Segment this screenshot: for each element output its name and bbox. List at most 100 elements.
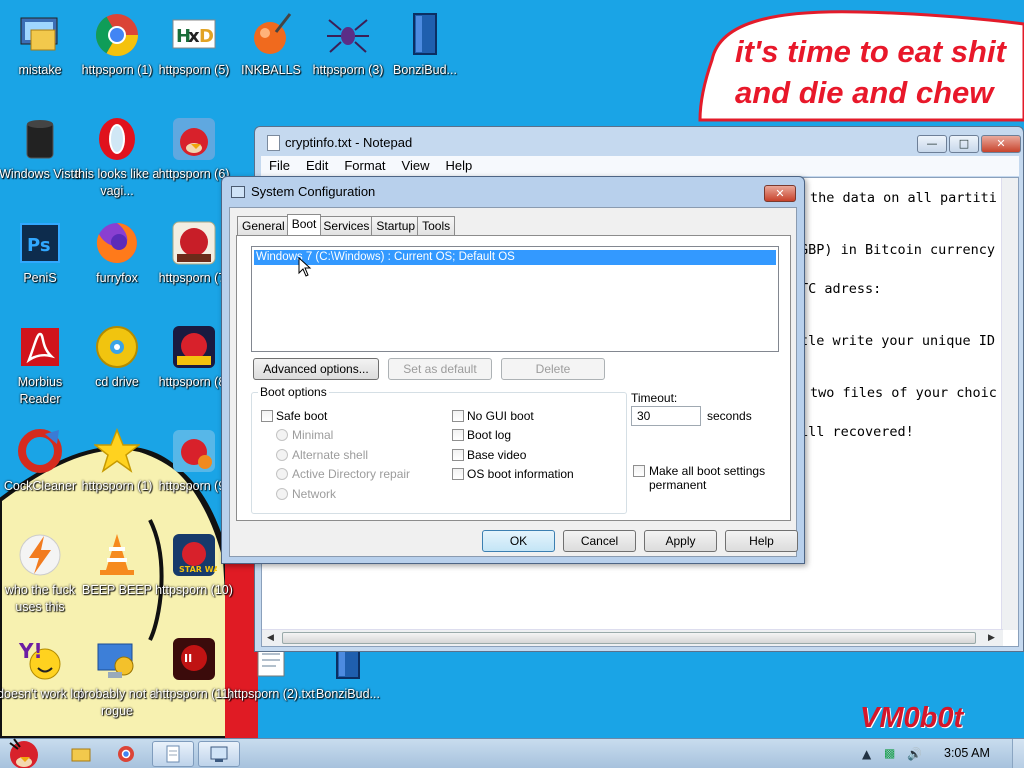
menu-edit[interactable]: Edit — [298, 156, 336, 176]
tab-tools[interactable]: Tools — [417, 216, 456, 235]
desktop-icon-bonzibuddy[interactable]: BonziBud... — [385, 8, 465, 108]
taskbar-chrome-button[interactable] — [110, 741, 142, 767]
notepad-scroll-thumb[interactable] — [282, 632, 976, 644]
boot-options-group: Boot options Safe boot Minimal Alternate… — [251, 385, 627, 514]
tab-boot[interactable]: Boot — [286, 214, 322, 235]
chrome-icon — [118, 746, 134, 762]
system-configuration-dialog[interactable]: System Configuration ✕ General Boot Servic… — [221, 176, 805, 564]
desktop-icon-spider[interactable]: httpsporn (3) — [308, 8, 388, 108]
taskbar-explorer-button[interactable] — [64, 741, 96, 767]
menu-help[interactable]: Help — [437, 156, 480, 176]
advanced-options-button[interactable]: Advanced options... — [253, 358, 379, 380]
tray-volume-icon[interactable]: 🔊 — [907, 747, 922, 761]
firefox-icon — [96, 223, 137, 263]
desktop-icon-cd-drive[interactable]: cd drive — [77, 320, 157, 420]
make-permanent-checkbox[interactable]: Make all boot settings permanent — [633, 464, 783, 492]
safe-boot-checkbox[interactable]: Safe boot — [261, 409, 327, 423]
desktop-icon-ccleaner[interactable]: CockCleaner — [0, 424, 80, 524]
base-video-checkbox[interactable]: Base video — [452, 448, 526, 462]
scroll-left-arrow-icon[interactable]: ◀ — [267, 633, 274, 643]
desktop-icon-mistake[interactable]: mistake — [0, 8, 80, 108]
desktop-icon-photoshop[interactable]: Ps PeniS — [0, 216, 80, 316]
radio-network[interactable]: Network — [276, 487, 336, 501]
tray-overflow-icon[interactable]: ▲ — [862, 747, 871, 761]
acrobat-reader-icon — [21, 328, 59, 366]
menu-format[interactable]: Format — [336, 156, 393, 176]
no-gui-boot-checkbox[interactable]: No GUI boot — [452, 409, 534, 423]
star-icon — [94, 428, 140, 473]
desktop-icon-label: BonziBud... — [393, 63, 457, 77]
ok-button[interactable]: OK — [482, 530, 555, 552]
menu-file[interactable]: File — [261, 156, 298, 176]
desktop-icon-winamp[interactable]: who the fuck uses this — [0, 528, 80, 628]
desktop-icon-label: httpsporn (1) — [81, 479, 153, 493]
desktop-icon-morbius-reader[interactable]: Morbius Reader — [0, 320, 80, 420]
tray-clock[interactable]: 3:05 AM — [944, 746, 990, 760]
os-boot-information-checkbox[interactable]: OS boot information — [452, 467, 574, 481]
tray-network-icon[interactable]: ▩ — [884, 746, 895, 760]
control-panel-icon — [97, 643, 134, 678]
radio-alternate-shell[interactable]: Alternate shell — [276, 448, 368, 462]
taskbar-notepad-button[interactable] — [152, 741, 194, 767]
desktop-icon-yahoo[interactable]: Y! doesn't work lol — [0, 632, 83, 732]
show-desktop-button[interactable] — [1012, 739, 1024, 768]
desktop-icon-furryfox[interactable]: furryfox — [77, 216, 157, 316]
notepad-close-button[interactable]: ✕ — [981, 135, 1021, 153]
os-list[interactable]: Windows 7 (C:\Windows) : Current OS; Def… — [251, 246, 779, 352]
desktop-icon-hxd[interactable]: HxD httpsporn (5) — [154, 8, 234, 108]
angry-birds-seasons-icon — [172, 221, 216, 265]
boot-log-checkbox[interactable]: Boot log — [452, 428, 511, 442]
notepad-maximize-button[interactable]: □ — [949, 135, 979, 153]
os-list-item[interactable]: Windows 7 (C:\Windows) : Current OS; Def… — [254, 250, 776, 265]
notepad-horizontal-scrollbar[interactable]: ◀ ▶ — [262, 629, 1003, 646]
checkbox-label: Boot log — [467, 428, 512, 442]
monitor-folder-icon — [20, 17, 58, 51]
angry-birds-icon — [173, 118, 215, 160]
radio-active-directory-repair[interactable]: Active Directory repair — [276, 467, 410, 481]
desktop-icon-angry-birds-star-wars-2[interactable]: II httpsporn (11) — [154, 632, 234, 732]
taskbar: ▲ ▩ 🔊 3:05 AM — [0, 738, 1024, 768]
desktop-icon-label: httpsporn (3) — [312, 63, 384, 77]
angry-birds-space-icon — [173, 326, 215, 368]
notepad-vertical-scrollbar[interactable] — [1001, 178, 1018, 630]
checkbox-label: Base video — [467, 448, 527, 462]
radio-circle — [276, 488, 288, 500]
tab-general[interactable]: General — [237, 216, 290, 235]
desktop-icon-label: doesn't work lol — [0, 687, 83, 701]
notepad-minimize-button[interactable]: — — [917, 135, 947, 153]
help-button[interactable]: Help — [725, 530, 798, 552]
notepad-text-line: tle write your unique ID — [800, 333, 996, 349]
apply-button[interactable]: Apply — [644, 530, 717, 552]
notepad-icon — [166, 745, 180, 763]
svg-text:STAR WARS: STAR WARS — [179, 565, 217, 574]
notepad-text-line: two files of your choic — [810, 385, 997, 401]
set-as-default-button[interactable]: Set as default — [388, 358, 492, 380]
winamp-icon — [19, 534, 61, 576]
desktop-icon-vlc[interactable]: BEEP BEEP — [77, 528, 157, 628]
desktop-icon-windows-vista[interactable]: Windows Vista — [0, 112, 81, 212]
book-icon — [413, 13, 437, 55]
desktop-icon-opera[interactable]: this looks like a vagi... — [75, 112, 159, 212]
dialog-close-button[interactable]: ✕ — [764, 185, 796, 202]
notepad-text-line: the data on all partiti — [810, 190, 997, 206]
scroll-right-arrow-icon[interactable]: ▶ — [988, 633, 995, 643]
radio-label: Active Directory repair — [292, 467, 411, 481]
desktop-icon-inkballs[interactable]: INKBALLS — [231, 8, 311, 108]
radio-label: Minimal — [292, 428, 334, 442]
radio-minimal[interactable]: Minimal — [276, 428, 333, 442]
desktop-icon-label: INKBALLS — [241, 63, 301, 77]
svg-text:Ps: Ps — [27, 235, 51, 256]
cancel-button[interactable]: Cancel — [563, 530, 636, 552]
start-button-angry-bird-icon[interactable] — [4, 735, 44, 768]
desktop-icon-star[interactable]: httpsporn (1) — [77, 424, 157, 524]
tab-services[interactable]: Services — [318, 216, 375, 235]
delete-button[interactable]: Delete — [501, 358, 605, 380]
hxd-icon: Hx D — [172, 19, 216, 49]
taskbar-system-configuration-button[interactable] — [198, 741, 240, 767]
checkbox-box — [633, 465, 645, 477]
menu-view[interactable]: View — [394, 156, 438, 176]
tab-startup[interactable]: Startup — [371, 216, 421, 235]
desktop-icon-chrome[interactable]: httpsporn (1) — [77, 8, 157, 108]
timeout-input[interactable] — [631, 406, 701, 426]
desktop-icon-control-panel[interactable]: probably not a rogue — [77, 632, 157, 732]
